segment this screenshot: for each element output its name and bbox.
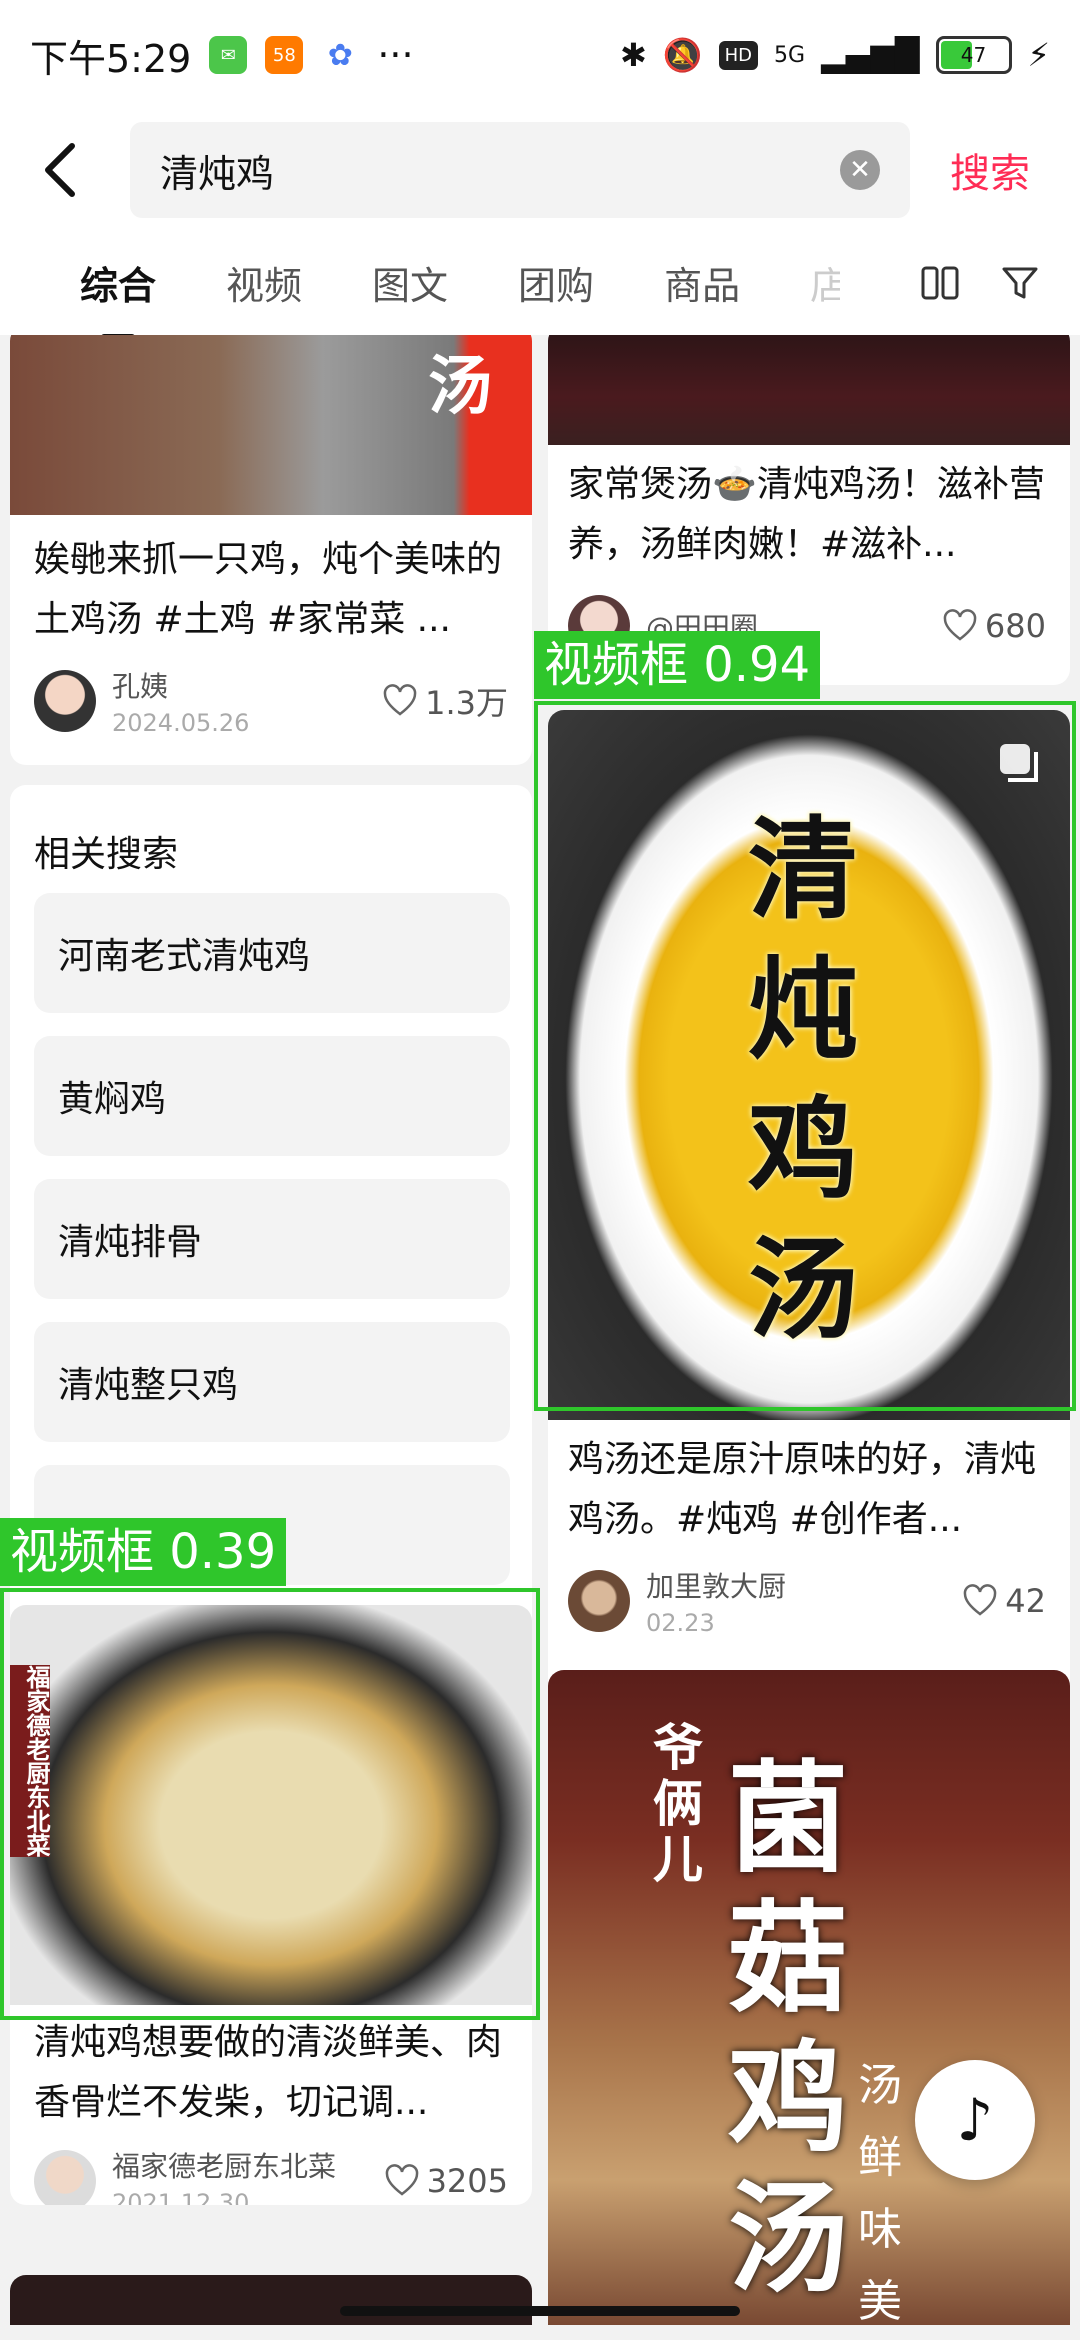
search-button[interactable]: 搜索	[950, 141, 1030, 199]
mute-icon: 🔕	[662, 36, 703, 74]
hd-badge: HD	[718, 40, 759, 70]
tab-all[interactable]: 综合	[80, 255, 156, 310]
douyin-floating-button[interactable]: ♪	[915, 2060, 1035, 2180]
home-indicator[interactable]	[340, 2306, 740, 2316]
tab-video[interactable]: 视频	[226, 255, 302, 310]
status-bar: 下午5:29 ✉ 58 ✿ ··· ✱ 🔕 HD 5G ▂▄▆█ 47 ⚡	[0, 0, 1080, 110]
tab-image-text[interactable]: 图文	[372, 255, 448, 310]
clear-search-icon[interactable]: ✕	[840, 150, 880, 190]
filter-icon[interactable]	[1000, 263, 1040, 303]
video-meta: 加里敦大厨 02.23 42	[568, 1565, 1046, 1637]
related-search-item[interactable]: 清炖排骨	[34, 1179, 510, 1299]
post-date: 2024.05.26	[112, 709, 250, 737]
avatar[interactable]	[568, 1570, 630, 1632]
thumbnail-caption: 汤	[428, 350, 492, 424]
video-title[interactable]: 娭毑来抓一只鸡，炖个美味的土鸡汤 #土鸡 #家常菜 ...	[34, 530, 508, 650]
tab-store[interactable]: 店	[810, 255, 840, 310]
video-title[interactable]: 家常煲汤🍲清炖鸡汤！滋补营养，汤鲜肉嫩！#滋补...	[568, 455, 1046, 575]
video-meta: 福家德老厨东北菜 2021.12.30 3205	[34, 2145, 508, 2205]
app-58-icon: 58	[265, 36, 304, 74]
video-title[interactable]: 清炖鸡想要做的清淡鲜美、肉香骨烂不发柴，切记调...	[34, 2013, 508, 2133]
like-button[interactable]: 680	[943, 607, 1046, 645]
author-name[interactable]: 加里敦大厨	[646, 1565, 963, 1605]
post-date: 02.23	[646, 1609, 715, 1637]
avatar[interactable]	[34, 670, 96, 732]
heart-icon	[383, 684, 417, 716]
tab-group-buy[interactable]: 团购	[518, 255, 594, 310]
search-query: 清炖鸡	[160, 151, 275, 196]
video-card[interactable]: 汤 娭毑来抓一只鸡，炖个美味的土鸡汤 #土鸡 #家常菜 ... 孔姨 2024.…	[10, 335, 532, 765]
like-count: 680	[984, 607, 1046, 645]
video-card-partial[interactable]	[10, 2275, 532, 2325]
related-searches-heading: 相关搜索	[34, 834, 179, 875]
charging-icon: ⚡	[1027, 36, 1050, 74]
thumbnail-side-caption: 汤鲜味美	[858, 2060, 902, 2325]
back-icon	[45, 143, 75, 197]
heart-icon	[964, 1584, 997, 1616]
battery-icon: 47	[935, 36, 1012, 74]
video-meta: 孔姨 2024.05.26 1.3万	[34, 665, 508, 737]
search-bar: 清炖鸡 ✕ 搜索	[0, 110, 1080, 230]
thumbnail-caption: 菌菇鸡汤	[728, 1750, 848, 2309]
cluster-app-icon: ✿	[321, 36, 360, 74]
douyin-logo-icon: ♪	[956, 2086, 994, 2154]
heart-icon	[943, 609, 977, 641]
more-notifications-icon: ···	[377, 33, 414, 77]
detection-box	[534, 701, 1076, 1411]
like-count: 1.3万	[425, 684, 508, 722]
search-results-feed: 汤 娭毑来抓一只鸡，炖个美味的土鸡汤 #土鸡 #家常菜 ... 孔姨 2024.…	[0, 335, 1080, 2325]
wechat-notification-icon: ✉	[209, 36, 248, 74]
heart-icon	[385, 2164, 418, 2196]
layout-toggle-icon[interactable]	[920, 265, 960, 301]
like-button[interactable]: 42	[963, 1582, 1046, 1620]
related-search-item[interactable]: 清炖整只鸡	[34, 1322, 510, 1442]
related-search-item[interactable]: 河南老式清炖鸡	[34, 893, 510, 1013]
author-name[interactable]: 福家德老厨东北菜	[112, 2145, 385, 2185]
back-button[interactable]	[30, 140, 90, 200]
avatar[interactable]	[34, 2150, 96, 2205]
author-name[interactable]: 孔姨	[112, 665, 383, 705]
status-time: 下午5:29	[30, 36, 192, 81]
like-count: 3205	[426, 2162, 508, 2200]
detection-label: 视频框 0.94	[534, 631, 821, 699]
bluetooth-icon: ✱	[619, 36, 647, 74]
network-type: 5G	[774, 42, 806, 68]
thumbnail-subcaption: 爷俩儿	[653, 1719, 703, 1889]
like-button[interactable]: 1.3万	[383, 678, 508, 724]
related-search-item[interactable]: 黄焖鸡	[34, 1036, 510, 1156]
tab-goods[interactable]: 商品	[664, 255, 740, 310]
category-tabs: 综合 视频 图文 团购 商品 店	[0, 230, 1080, 335]
like-count: 42	[1005, 1582, 1046, 1620]
search-input[interactable]: 清炖鸡 ✕	[130, 122, 910, 218]
video-title[interactable]: 鸡汤还是原汁原味的好，清炖鸡汤。#炖鸡 #创作者...	[568, 1430, 1046, 1550]
post-date: 2021.12.30	[112, 2189, 250, 2205]
like-button[interactable]: 3205	[385, 2162, 508, 2200]
video-card[interactable]: 爷俩儿 菌菇鸡汤 汤鲜味美	[548, 1670, 1070, 2325]
detection-label: 视频框 0.39	[0, 1518, 287, 1586]
detection-box	[0, 1588, 540, 2020]
video-thumbnail[interactable]	[548, 335, 1070, 445]
video-thumbnail[interactable]: 爷俩儿 菌菇鸡汤 汤鲜味美	[548, 1670, 1070, 2325]
signal-icon: ▂▄▆█	[821, 36, 920, 74]
video-thumbnail[interactable]: 汤	[10, 335, 532, 515]
